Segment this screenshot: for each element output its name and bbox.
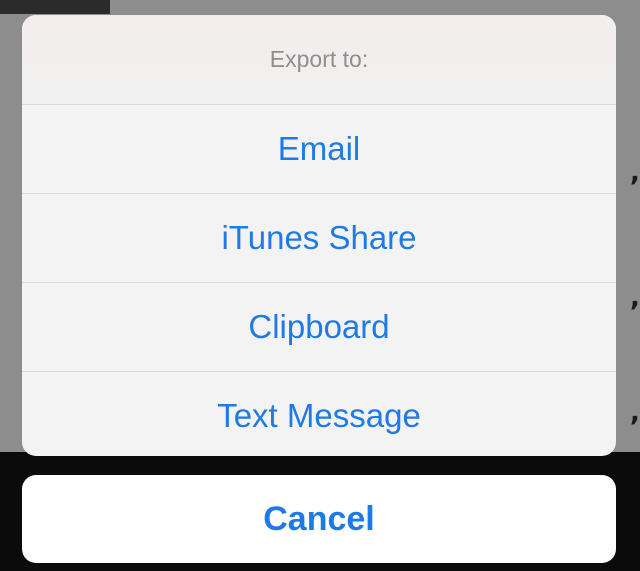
background-app-fragment: ,	[630, 158, 640, 188]
email-option-button[interactable]: Email	[22, 105, 616, 194]
cancel-label: Cancel	[263, 499, 375, 538]
cancel-button[interactable]: Cancel	[22, 475, 616, 563]
option-label: Clipboard	[248, 308, 390, 345]
option-label: iTunes Share	[221, 219, 417, 256]
action-sheet-title: Export to:	[269, 46, 369, 72]
background-app-fragment	[0, 0, 110, 14]
action-sheet-header: Export to:	[22, 15, 616, 105]
clipboard-option-button[interactable]: Clipboard	[22, 283, 616, 372]
itunes-share-option-button[interactable]: iTunes Share	[22, 194, 616, 283]
text-message-option-button[interactable]: Text Message	[22, 372, 616, 456]
background-app-fragment: ,	[630, 398, 640, 428]
option-label: Email	[277, 130, 361, 167]
option-label: Text Message	[217, 397, 421, 434]
background-app-fragment: ,	[630, 283, 640, 313]
export-action-sheet: Export to: Email iTunes Share Clipboard …	[22, 15, 616, 456]
